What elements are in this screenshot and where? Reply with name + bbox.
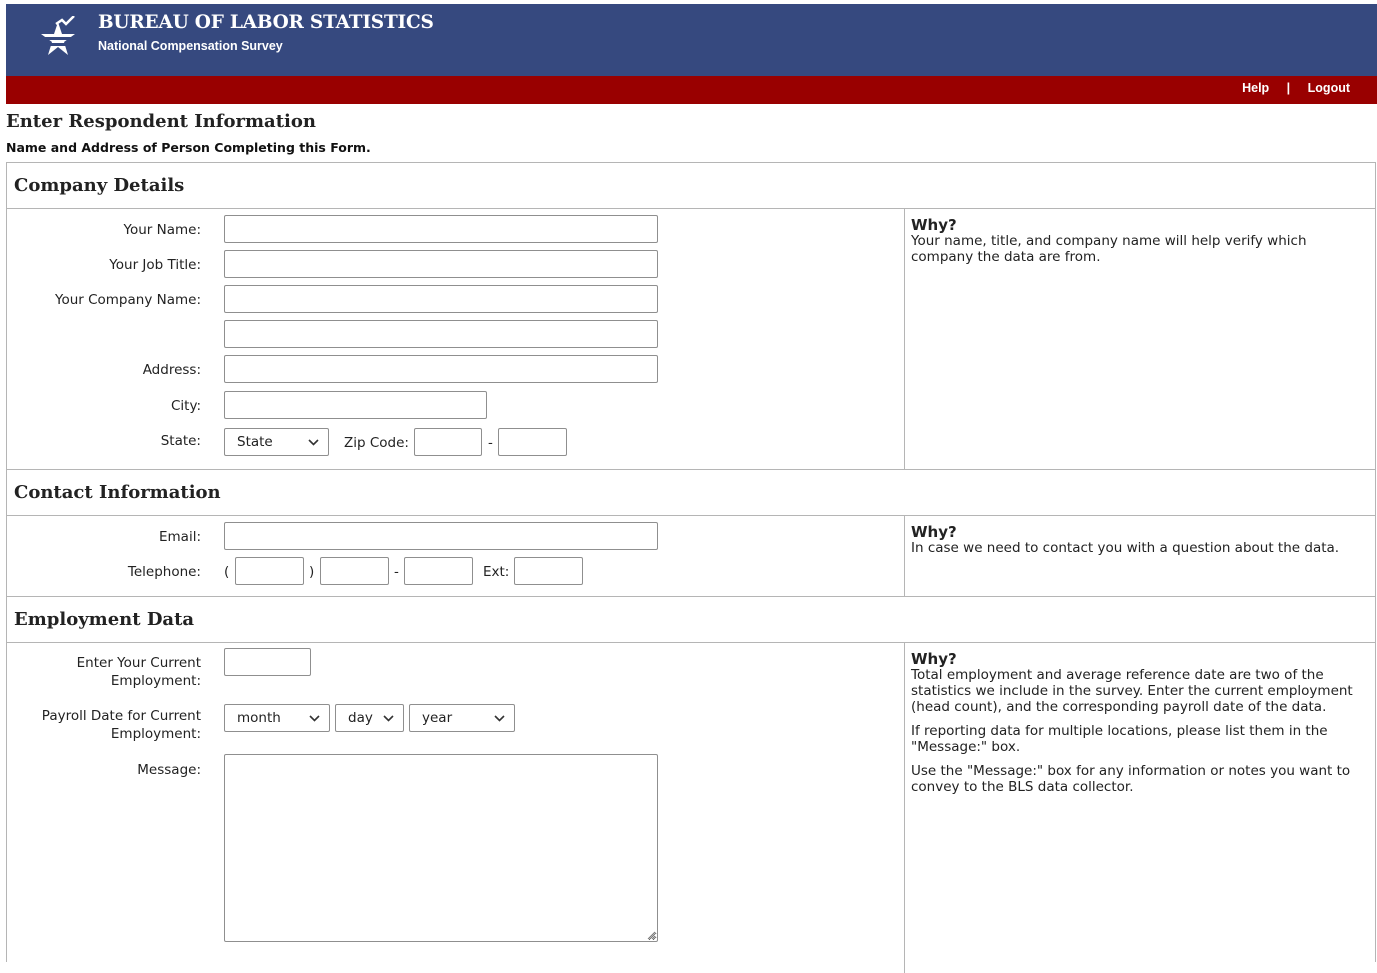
- phone-prefix-input[interactable]: [320, 557, 389, 585]
- logout-link[interactable]: Logout: [1308, 81, 1350, 95]
- phone-dash: -: [394, 564, 399, 580]
- email-label: Email:: [158, 529, 201, 545]
- job-title-label: Your Job Title:: [109, 257, 201, 273]
- bls-star-logo: [40, 16, 76, 55]
- zip-input[interactable]: [414, 428, 482, 456]
- page: BUREAU OF LABOR STATISTICS National Comp…: [0, 0, 1377, 973]
- ext-input[interactable]: [514, 557, 583, 585]
- company-name-label: Your Company Name:: [54, 292, 201, 308]
- year-select[interactable]: year: [409, 704, 515, 732]
- paren-open: (: [224, 564, 230, 580]
- column-divider: [904, 209, 905, 469]
- contact-info-header: Contact Information: [7, 470, 1375, 516]
- why-title: Why?: [911, 523, 957, 541]
- why-text: Your name, title, and company name will …: [911, 233, 1307, 265]
- chevron-down-icon: [309, 715, 320, 722]
- telephone-label: Telephone:: [127, 564, 201, 580]
- phone-line-input[interactable]: [404, 557, 473, 585]
- day-selected-value: day: [348, 710, 373, 726]
- state-select[interactable]: State: [224, 428, 329, 456]
- chevron-down-icon: [383, 715, 394, 722]
- contact-info-section: Email: Telephone: ( ) - Ext: Why? In cas…: [7, 516, 1375, 597]
- header-banner: BUREAU OF LABOR STATISTICS National Comp…: [6, 4, 1377, 76]
- contact-info-heading: Contact Information: [14, 482, 221, 503]
- year-selected-value: year: [422, 710, 453, 726]
- area-code-input[interactable]: [235, 557, 304, 585]
- payroll-date-label: Payroll Date for Current Employment:: [41, 708, 201, 742]
- job-title-input[interactable]: [224, 250, 658, 278]
- link-separator: |: [1286, 81, 1291, 95]
- employment-data-heading: Employment Data: [14, 609, 195, 630]
- why-text-1: Total employment and average reference d…: [911, 667, 1353, 715]
- why-text-2: If reporting data for multiple locations…: [911, 723, 1328, 755]
- city-label: City:: [170, 398, 201, 414]
- employment-data-section: Enter Your Current Employment: Payroll D…: [7, 643, 1375, 973]
- zip-dash: -: [488, 435, 493, 451]
- company-details-section: Your Name: Your Job Title: Your Company …: [7, 209, 1375, 470]
- why-text: In case we need to contact you with a qu…: [911, 540, 1340, 556]
- day-select[interactable]: day: [335, 704, 404, 732]
- city-input[interactable]: [224, 391, 487, 419]
- company-why-panel: Why? Your name, title, and company name …: [911, 217, 1361, 273]
- company-details-header: Company Details: [7, 163, 1375, 209]
- message-label: Message:: [137, 762, 201, 778]
- column-divider: [904, 516, 905, 596]
- employment-why-panel: Why? Total employment and average refere…: [911, 651, 1361, 803]
- company-name-2-input[interactable]: [224, 320, 658, 348]
- why-title: Why?: [911, 650, 957, 668]
- state-label: State:: [160, 433, 201, 449]
- org-subtitle: National Compensation Survey: [98, 39, 283, 53]
- org-title: BUREAU OF LABOR STATISTICS: [98, 12, 434, 33]
- name-label: Your Name:: [123, 222, 202, 238]
- current-employment-input[interactable]: [224, 648, 311, 676]
- email-input[interactable]: [224, 522, 658, 550]
- month-selected-value: month: [237, 710, 281, 726]
- zip-label: Zip Code:: [344, 435, 409, 451]
- help-link[interactable]: Help: [1242, 81, 1269, 95]
- ext-label: Ext:: [483, 564, 510, 580]
- message-box: [224, 754, 658, 942]
- contact-why-panel: Why? In case we need to contact you with…: [911, 524, 1361, 564]
- paren-close: ): [309, 564, 315, 580]
- column-divider: [904, 643, 905, 973]
- company-name-input[interactable]: [224, 285, 658, 313]
- state-selected-value: State: [237, 434, 273, 450]
- top-links: Help | Logout: [1242, 81, 1350, 95]
- company-details-heading: Company Details: [14, 175, 185, 196]
- page-subtitle: Name and Address of Person Completing th…: [6, 140, 371, 155]
- chevron-down-icon: [308, 439, 319, 446]
- nav-bar: Help | Logout: [6, 76, 1377, 104]
- address-input[interactable]: [224, 355, 658, 383]
- address-label: Address:: [142, 362, 201, 378]
- month-select[interactable]: month: [224, 704, 330, 732]
- employment-data-header: Employment Data: [7, 597, 1375, 643]
- chevron-down-icon: [494, 715, 505, 722]
- why-title: Why?: [911, 216, 957, 234]
- zip-ext-input[interactable]: [498, 428, 567, 456]
- form-frame: Company Details Your Name: Your Job Titl…: [6, 162, 1376, 973]
- message-textarea[interactable]: [224, 754, 658, 942]
- name-input[interactable]: [224, 215, 658, 243]
- resize-grip-icon[interactable]: [646, 930, 656, 940]
- current-employment-label: Enter Your Current Employment:: [76, 655, 201, 689]
- page-title: Enter Respondent Information: [6, 111, 316, 132]
- why-text-3: Use the "Message:" box for any informati…: [911, 763, 1351, 795]
